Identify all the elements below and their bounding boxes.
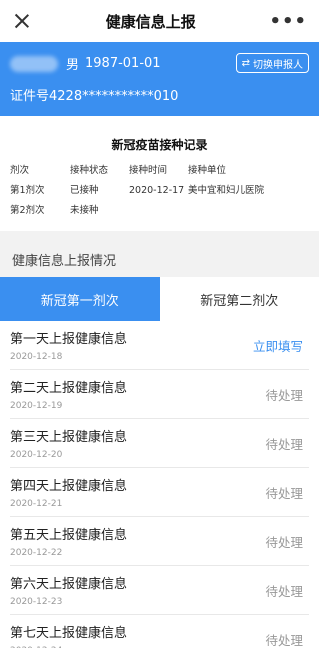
time-cell: 2020-12-17 xyxy=(129,185,185,196)
report-status: 待处理 xyxy=(265,583,303,599)
report-date: 2020-12-19 xyxy=(10,401,63,411)
user-gender: 男 xyxy=(66,58,80,73)
report-name: 第六天上报健康信息 xyxy=(10,577,128,592)
header-status: 接种状态 xyxy=(70,165,109,176)
vaccine-header-row: 剂次 接种状态 接种时间 接种单位 xyxy=(10,161,309,181)
list-item[interactable]: 第一天上报健康信息 2020-12-18 立即填写 xyxy=(10,321,309,370)
dose-cell: 第1剂次 xyxy=(10,185,45,196)
vaccine-row: 第1剂次 已接种 2020-12-17 美中宜和妇儿医院 xyxy=(10,181,309,201)
list-item[interactable]: 第四天上报健康信息 2020-12-21 待处理 xyxy=(10,468,309,517)
tab-second-dose[interactable]: 新冠第二剂次 xyxy=(159,277,319,321)
top-nav-bar: 健康信息上报 ••• xyxy=(0,0,319,42)
report-status: 待处理 xyxy=(265,387,303,403)
status-cell: 已接种 xyxy=(70,185,99,196)
header-dose: 剂次 xyxy=(10,165,30,176)
report-date: 2020-12-20 xyxy=(10,450,63,460)
switch-reporter-label: 切换申报人 xyxy=(253,59,303,71)
id-label: 证件号 xyxy=(10,89,50,104)
report-name: 第四天上报健康信息 xyxy=(10,479,128,494)
report-date: 2020-12-18 xyxy=(10,352,63,362)
switch-arrows-icon: ⇄ xyxy=(241,57,250,69)
report-name: 第二天上报健康信息 xyxy=(10,381,128,396)
status-cell: 未接种 xyxy=(70,205,99,216)
list-item[interactable]: 第二天上报健康信息 2020-12-19 待处理 xyxy=(10,370,309,419)
redacted-name xyxy=(10,55,58,72)
report-name: 第五天上报健康信息 xyxy=(10,528,128,543)
header-time: 接种时间 xyxy=(129,165,168,176)
fill-now-link[interactable]: 立即填写 xyxy=(253,336,309,355)
more-options-icon[interactable]: ••• xyxy=(269,11,307,32)
time-cell xyxy=(129,201,188,221)
list-item[interactable]: 第六天上报健康信息 2020-12-23 待处理 xyxy=(10,566,309,615)
section-title: 健康信息上报情况 xyxy=(0,241,319,277)
user-info-bar: 男 1987-01-01 证件号4228***********010 ⇄ 切换申… xyxy=(0,42,319,116)
report-status: 待处理 xyxy=(265,436,303,452)
vaccine-record-title: 新冠疫苗接种记录 xyxy=(111,138,208,152)
list-item[interactable]: 第三天上报健康信息 2020-12-20 待处理 xyxy=(10,419,309,468)
report-status: 待处理 xyxy=(265,632,303,648)
page-title: 健康信息上报 xyxy=(105,12,196,31)
tab-first-dose[interactable]: 新冠第一剂次 xyxy=(0,277,160,321)
list-item[interactable]: 第五天上报健康信息 2020-12-22 待处理 xyxy=(10,517,309,566)
switch-reporter-button[interactable]: ⇄ 切换申报人 xyxy=(235,53,309,73)
report-name: 第三天上报健康信息 xyxy=(10,430,128,445)
report-name: 第一天上报健康信息 xyxy=(10,332,128,347)
vaccine-record: 新冠疫苗接种记录 剂次 接种状态 接种时间 接种单位 第1剂次 已接种 2020… xyxy=(0,128,319,231)
report-date: 2020-12-23 xyxy=(10,597,63,607)
header-unit: 接种单位 xyxy=(188,165,227,176)
report-date: 2020-12-22 xyxy=(10,548,63,558)
report-status: 待处理 xyxy=(265,485,303,501)
dose-tabs: 新冠第一剂次 新冠第二剂次 xyxy=(0,277,319,321)
close-icon[interactable] xyxy=(12,11,32,31)
list-item[interactable]: 第七天上报健康信息 2020-12-24 待处理 xyxy=(10,615,309,648)
report-list: 第一天上报健康信息 2020-12-18 立即填写 第二天上报健康信息 2020… xyxy=(0,321,319,648)
user-birthdate: 1987-01-01 xyxy=(85,56,161,71)
unit-cell xyxy=(188,201,309,221)
report-date: 2020-12-21 xyxy=(10,499,63,509)
id-number: 4228***********010 xyxy=(49,89,179,104)
report-name: 第七天上报健康信息 xyxy=(10,626,128,641)
unit-cell: 美中宜和妇儿医院 xyxy=(188,185,265,196)
dose-cell: 第2剂次 xyxy=(10,205,45,216)
report-status: 待处理 xyxy=(265,534,303,550)
vaccine-row: 第2剂次 未接种 xyxy=(10,201,309,221)
